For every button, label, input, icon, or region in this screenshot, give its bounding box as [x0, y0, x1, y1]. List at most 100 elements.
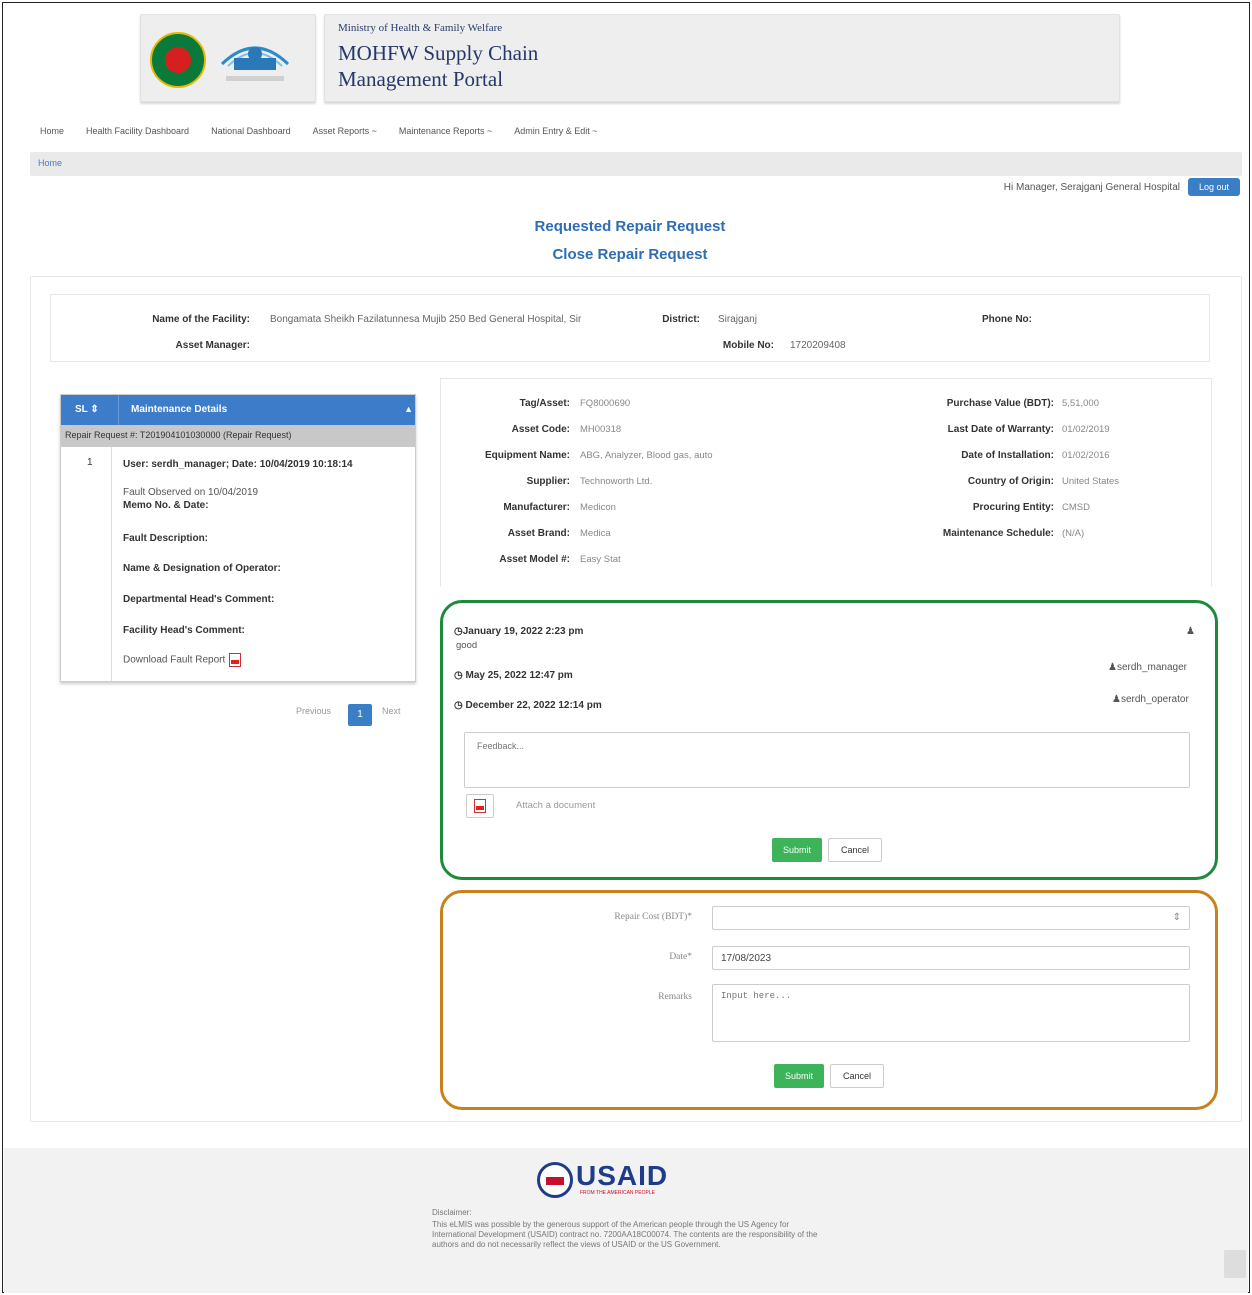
installation-label: Date of Installation: — [961, 450, 1054, 461]
top-nav: Home Health Facility Dashboard National … — [40, 126, 620, 136]
user-icon: ♟ — [1186, 626, 1195, 637]
fault-description-label: Fault Description: — [123, 533, 209, 544]
comment-date: ◷January 19, 2022 2:23 pm — [454, 626, 583, 637]
tag-label: Tag/Asset: — [519, 398, 570, 409]
comment-text: good — [456, 640, 478, 651]
portal-title-line1: MOHFW Supply Chain — [338, 41, 539, 65]
warranty-value: 01/02/2019 — [1062, 424, 1110, 435]
nav-health-facility-dashboard[interactable]: Health Facility Dashboard — [86, 126, 189, 136]
feedback-submit-button[interactable]: Submit — [772, 838, 822, 862]
collapse-icon[interactable]: ▲ — [404, 404, 413, 414]
purchase-value-label: Purchase Value (BDT): — [946, 398, 1054, 409]
comment-date: ◷ December 22, 2022 12:14 pm — [454, 700, 602, 711]
date-input[interactable]: 17/08/2023 — [712, 946, 1190, 970]
manufacturer-value: Medicon — [580, 502, 616, 513]
comment-user-name: serdh_manager — [1116, 662, 1188, 673]
scroll-to-top-button[interactable] — [1224, 1250, 1246, 1278]
asset-brand-label: Asset Brand: — [507, 528, 570, 539]
installation-value: 01/02/2016 — [1062, 450, 1110, 461]
facility-head-comment-label: Facility Head's Comment: — [123, 625, 245, 636]
usaid-tagline: FROM THE AMERICAN PEOPLE — [580, 1190, 655, 1196]
pager-next[interactable]: Next — [382, 706, 401, 716]
user-greeting: Hi Manager, Serajganj General Hospital — [1003, 182, 1180, 193]
table-header: SL ⇕ Maintenance Details ▲ — [61, 395, 415, 425]
feedback-cancel-button[interactable]: Cancel — [828, 838, 882, 862]
equipment-name-label: Equipment Name: — [484, 450, 570, 461]
mobile-label: Mobile No: — [722, 340, 774, 351]
phone-label: Phone No: — [982, 314, 1032, 325]
nav-national-dashboard[interactable]: National Dashboard — [211, 126, 291, 136]
comment-date: ◷ May 25, 2022 12:47 pm — [454, 670, 573, 681]
manufacturer-label: Manufacturer: — [503, 502, 570, 513]
breadcrumb: Home — [30, 152, 1242, 176]
asset-model-label: Asset Model #: — [499, 554, 570, 565]
maintenance-schedule-label: Maintenance Schedule: — [942, 528, 1054, 539]
date-label: Date* — [669, 952, 692, 962]
pdf-icon — [229, 653, 242, 667]
district-value: Sirajganj — [718, 314, 757, 325]
government-seal-icon — [150, 32, 206, 88]
warranty-label: Last Date of Warranty: — [947, 424, 1054, 435]
usaid-seal-icon — [537, 1162, 573, 1198]
repair-cancel-button[interactable]: Cancel — [830, 1064, 884, 1088]
attach-document-button[interactable] — [466, 794, 494, 818]
logout-button[interactable]: Log out — [1188, 178, 1240, 196]
comment-date-text: January 19, 2022 2:23 pm — [462, 626, 584, 637]
portal-title-line2: Management Portal — [338, 67, 504, 91]
table-row: 1 User: serdh_manager; Date: 10/04/2019 … — [61, 447, 415, 681]
disclaimer-title: Disclaimer: — [432, 1208, 472, 1217]
comment-date-text: December 22, 2022 12:14 pm — [465, 700, 602, 711]
facility-name-value: Bongamata Sheikh Fazilatunnesa Mujib 250… — [270, 314, 582, 325]
nav-home[interactable]: Home — [40, 126, 64, 136]
repair-cost-input[interactable]: ⇕ — [712, 906, 1190, 930]
attach-document-label: Attach a document — [516, 800, 596, 811]
nav-asset-reports[interactable]: Asset Reports ~ — [313, 126, 377, 136]
pager-previous[interactable]: Previous — [296, 706, 331, 716]
col-details-header: Maintenance Details — [131, 404, 228, 415]
user-icon: ♟ — [1108, 662, 1117, 673]
maintenance-schedule-value: (N/A) — [1062, 528, 1085, 539]
procuring-entity-label: Procuring Entity: — [972, 502, 1054, 513]
nav-maintenance-reports[interactable]: Maintenance Reports ~ — [399, 126, 492, 136]
comment-user: ♟serdh_manager — [1108, 662, 1187, 673]
dghs-logo-icon — [220, 46, 290, 81]
supplier-value: Technoworth Ltd. — [580, 476, 653, 487]
remarks-label: Remarks — [658, 992, 692, 1002]
clock-icon: ◷ — [454, 670, 466, 681]
number-spinner-icon[interactable]: ⇕ — [1173, 912, 1181, 923]
dept-head-comment-label: Departmental Head's Comment: — [123, 594, 275, 605]
nav-admin-entry-edit[interactable]: Admin Entry & Edit ~ — [514, 126, 597, 136]
district-label: District: — [662, 314, 700, 325]
tag-value: FQ8000690 — [580, 398, 631, 409]
user-icon: ♟ — [1112, 694, 1121, 705]
equipment-name-value: ABG, Analyzer, Blood gas, auto — [580, 450, 713, 461]
country-of-origin-value: United States — [1062, 476, 1120, 487]
comment-user-name: serdh_operator — [1120, 694, 1189, 705]
facility-info-panel — [50, 294, 1210, 362]
country-of-origin-label: Country of Origin: — [967, 476, 1054, 487]
remarks-input[interactable] — [712, 984, 1190, 1042]
col-sl-header[interactable]: SL ⇕ — [75, 404, 99, 415]
portal-title: MOHFW Supply Chain Management Portal — [338, 40, 638, 92]
asset-model-value: Easy Stat — [580, 554, 621, 565]
usaid-logo: USAID — [576, 1160, 669, 1191]
asset-manager-label: Asset Manager: — [175, 340, 250, 351]
pager-page-1[interactable]: 1 — [348, 704, 372, 726]
asset-brand-value: Medica — [580, 528, 611, 539]
page-subtitle: Close Repair Request — [552, 246, 708, 263]
download-fault-report-link[interactable]: Download Fault Report — [123, 653, 242, 667]
repair-cost-label: Repair Cost (BDT)* — [614, 912, 692, 922]
operator-label: Name & Designation of Operator: — [123, 563, 281, 574]
purchase-value: 5,51,000 — [1062, 398, 1099, 409]
comment-user: ♟serdh_operator — [1112, 694, 1189, 705]
mobile-value: 1720209408 — [790, 340, 846, 351]
page-title: Requested Repair Request — [534, 218, 726, 235]
feedback-input[interactable] — [464, 732, 1190, 788]
clock-icon: ◷ — [454, 700, 466, 711]
user-date-line: User: serdh_manager; Date: 10/04/2019 10… — [123, 459, 353, 470]
maintenance-table: SL ⇕ Maintenance Details ▲ Repair Reques… — [60, 394, 416, 682]
repair-request-group: Repair Request #: T201904101030000 (Repa… — [61, 425, 415, 447]
breadcrumb-home[interactable]: Home — [38, 158, 62, 168]
asset-code-value: MH00318 — [580, 424, 622, 435]
repair-submit-button[interactable]: Submit — [774, 1064, 824, 1088]
